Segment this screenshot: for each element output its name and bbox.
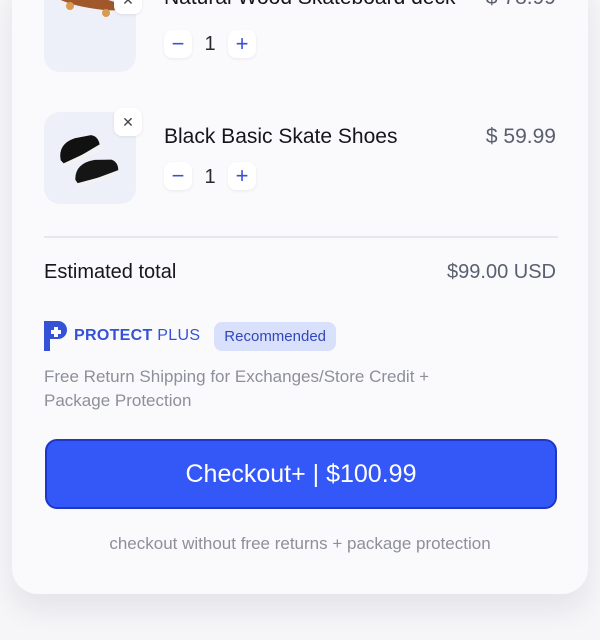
protect-plus-banner: PROTECT PLUS Recommended xyxy=(44,320,337,352)
checkout-without-protection-link[interactable]: checkout without free returns + package … xyxy=(0,534,600,554)
protect-plus-logo-icon xyxy=(44,321,67,351)
protect-plus-brand-bold: PROTECT xyxy=(74,327,153,344)
estimated-total-label: Estimated total xyxy=(44,261,177,283)
protect-plus-brand-light: PLUS xyxy=(157,327,201,344)
close-icon: ✕ xyxy=(122,113,134,130)
protect-description: Free Return Shipping for Exchanges/Store… xyxy=(44,367,430,410)
quantity-value: 1 xyxy=(204,166,216,188)
decrease-quantity-button[interactable]: − xyxy=(164,30,192,58)
product-price: $ 78.99 xyxy=(486,0,556,10)
increase-quantity-button[interactable]: + xyxy=(228,30,256,58)
close-icon: ✕ xyxy=(122,0,134,9)
minus-icon: − xyxy=(171,31,185,56)
plus-icon: + xyxy=(235,163,249,188)
product-price: $ 59.99 xyxy=(485,125,556,148)
decrease-quantity-button[interactable]: − xyxy=(164,162,192,190)
remove-item-button[interactable]: ✕ xyxy=(114,108,142,136)
plus-icon: + xyxy=(235,31,249,56)
estimated-total-value: $99.00 USD xyxy=(447,261,556,283)
product-title: Black Basic Skate Shoes xyxy=(164,125,398,148)
remove-item-button[interactable]: ✕ xyxy=(114,0,142,14)
divider xyxy=(44,236,558,238)
quantity-value: 1 xyxy=(204,33,216,55)
protect-plus-brand: PROTECT PLUS xyxy=(74,327,200,345)
increase-quantity-button[interactable]: + xyxy=(228,162,256,190)
recommended-badge: Recommended xyxy=(214,321,337,351)
product-title: Natural Wood Skateboard deck xyxy=(164,0,455,10)
checkout-plus-button[interactable]: Checkout+ | $100.99 xyxy=(45,439,557,509)
minus-icon: − xyxy=(171,163,185,188)
